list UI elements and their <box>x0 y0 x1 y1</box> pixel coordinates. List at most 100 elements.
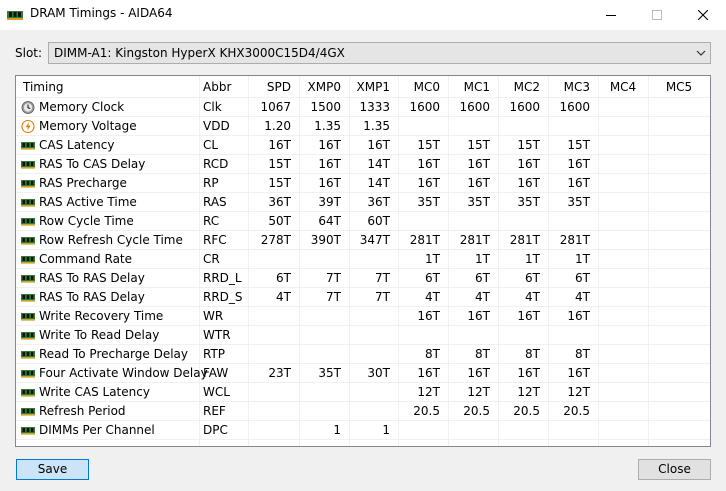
table-row[interactable]: Four Activate Window Delay FAW 23T 35T 30T 16… <box>16 364 710 383</box>
value-cell-mc2: 12T <box>517 385 540 399</box>
timing-name: Row Refresh Cycle Time <box>39 233 183 247</box>
value-cell-xmp1: 60T <box>367 214 390 228</box>
value-cell-mc4 <box>598 402 648 421</box>
table-row[interactable]: Command Rate CR 1T 1T 1T 1T <box>16 250 710 269</box>
window-title: DRAM Timings - AIDA64 <box>30 6 173 20</box>
value-cell-mc1: 1T <box>475 252 490 266</box>
value-cell-mc5 <box>648 421 710 440</box>
value-cell-spd: 278T <box>260 233 291 247</box>
save-button[interactable]: Save <box>16 459 89 480</box>
abbr-cell: WR <box>203 309 224 323</box>
column-header-abbr[interactable]: Abbr <box>199 76 248 98</box>
column-header-mc0[interactable]: MC0 <box>398 76 448 98</box>
ram-module-icon <box>21 237 35 245</box>
column-header-mc3[interactable]: MC3 <box>548 76 598 98</box>
timing-name-cell: Write Recovery Time <box>16 307 199 326</box>
value-cell-spd: 1067 <box>260 100 291 114</box>
value-cell-xmp0: 1500 <box>310 100 341 114</box>
value-cell-mc5 <box>648 326 710 345</box>
close-window-button[interactable] <box>680 0 726 30</box>
table-row[interactable]: RAS Precharge RP 15T 16T 14T 16T 16T 16T 16T <box>16 174 710 193</box>
value-cell-mc4 <box>598 193 648 212</box>
column-header-mc1[interactable]: MC1 <box>448 76 498 98</box>
value-cell-mc3: 4T <box>575 290 590 304</box>
abbr-cell: FAW <box>203 366 229 380</box>
column-header-timing[interactable]: Timing <box>16 76 199 98</box>
ram-module-icon <box>21 332 35 340</box>
value-cell-xmp1 <box>349 383 398 402</box>
value-cell-mc0: 16T <box>417 157 440 171</box>
lightning-icon <box>21 120 35 133</box>
abbr-cell: VDD <box>203 119 230 133</box>
value-cell-mc1 <box>448 117 498 136</box>
column-header-spd[interactable]: SPD <box>248 76 299 98</box>
table-row[interactable]: Memory Clock Clk 1067 1500 1333 1600 1600 1600 1… <box>16 98 710 117</box>
value-cell-xmp0: 1 <box>333 423 341 437</box>
ram-module-icon <box>21 256 35 264</box>
column-header-xmp1[interactable]: XMP1 <box>349 76 398 98</box>
value-cell-mc1: 16T <box>467 176 490 190</box>
timing-name: Refresh Period <box>39 404 126 418</box>
timing-name-cell: Memory Voltage <box>16 117 199 136</box>
value-cell-spd: 1.20 <box>264 119 291 133</box>
value-cell-mc4 <box>598 269 648 288</box>
minimize-button[interactable] <box>588 0 634 30</box>
timing-name-cell: Refresh Period <box>16 402 199 421</box>
value-cell-xmp1 <box>349 250 398 269</box>
value-cell-mc4 <box>598 288 648 307</box>
value-cell-mc2: 15T <box>517 138 540 152</box>
abbr-cell: RCD <box>203 157 229 171</box>
value-cell-spd <box>248 326 299 345</box>
row-divider <box>16 439 710 440</box>
value-cell-mc2: 1600 <box>509 100 540 114</box>
timing-name-cell: RAS Precharge <box>16 174 199 193</box>
table-row[interactable]: RAS To RAS Delay RRD_S 4T 7T 7T 4T 4T 4T 4T <box>16 288 710 307</box>
table-row[interactable]: DIMMs Per Channel DPC 1 1 <box>16 421 710 440</box>
value-cell-xmp1: 7T <box>375 271 390 285</box>
slot-dropdown[interactable]: DIMM-A1: Kingston HyperX KHX3000C15D4/4G… <box>48 42 711 64</box>
timing-name-cell: Row Cycle Time <box>16 212 199 231</box>
table-row[interactable]: RAS To CAS Delay RCD 15T 16T 14T 16T 16T 16T 16T <box>16 155 710 174</box>
table-row[interactable]: Write CAS Latency WCL 12T 12T 12T 12T <box>16 383 710 402</box>
value-cell-xmp0 <box>299 307 349 326</box>
table-row[interactable]: RAS Active Time RAS 36T 39T 36T 35T 35T 35T 35T <box>16 193 710 212</box>
ram-module-icon <box>21 218 35 226</box>
ram-module-icon <box>21 199 35 207</box>
table-row[interactable]: Read To Precharge Delay RTP 8T 8T 8T 8T <box>16 345 710 364</box>
column-header-mc2[interactable]: MC2 <box>498 76 548 98</box>
column-header-mc5[interactable]: MC5 <box>648 76 710 98</box>
table-row[interactable]: RAS To RAS Delay RRD_L 6T 7T 7T 6T 6T 6T 6T <box>16 269 710 288</box>
maximize-button[interactable] <box>634 0 680 30</box>
value-cell-mc4 <box>598 117 648 136</box>
column-header-xmp0[interactable]: XMP0 <box>299 76 349 98</box>
value-cell-mc1: 16T <box>467 366 490 380</box>
value-cell-mc4 <box>598 421 648 440</box>
value-cell-mc4 <box>598 231 648 250</box>
timing-name-cell: Command Rate <box>16 250 199 269</box>
timings-table[interactable]: Timing Abbr SPD XMP0 XMP1 MC0 MC1 MC2 MC3 MC4 MC5 M… <box>15 75 711 447</box>
close-button[interactable]: Close <box>638 459 711 480</box>
value-cell-xmp0: 1.35 <box>314 119 341 133</box>
value-cell-mc0: 281T <box>409 233 440 247</box>
table-row[interactable]: Row Cycle Time RC 50T 64T 60T <box>16 212 710 231</box>
value-cell-mc3 <box>548 326 598 345</box>
timing-name-cell: RAS To RAS Delay <box>16 288 199 307</box>
table-row[interactable]: Row Refresh Cycle Time RFC 278T 390T 347T 281… <box>16 231 710 250</box>
timing-name-cell: RAS Active Time <box>16 193 199 212</box>
timing-name-cell: DIMMs Per Channel <box>16 421 199 440</box>
value-cell-mc5 <box>648 174 710 193</box>
column-header-mc4[interactable]: MC4 <box>598 76 648 98</box>
value-cell-xmp1 <box>349 307 398 326</box>
table-row[interactable]: CAS Latency CL 16T 16T 16T 15T 15T 15T 15T <box>16 136 710 155</box>
value-cell-xmp1: 1 <box>382 423 390 437</box>
timing-name-cell: Write CAS Latency <box>16 383 199 402</box>
table-row[interactable]: Refresh Period REF 20.5 20.5 20.5 20.5 <box>16 402 710 421</box>
table-row[interactable]: Write To Read Delay WTR <box>16 326 710 345</box>
value-cell-mc2: 6T <box>525 271 540 285</box>
value-cell-spd <box>248 402 299 421</box>
maximize-icon <box>652 10 662 20</box>
value-cell-mc0: 16T <box>417 176 440 190</box>
table-row[interactable]: Write Recovery Time WR 16T 16T 16T 16T <box>16 307 710 326</box>
value-cell-mc1: 16T <box>467 309 490 323</box>
table-row[interactable]: Memory Voltage VDD 1.20 1.35 1.35 <box>16 117 710 136</box>
